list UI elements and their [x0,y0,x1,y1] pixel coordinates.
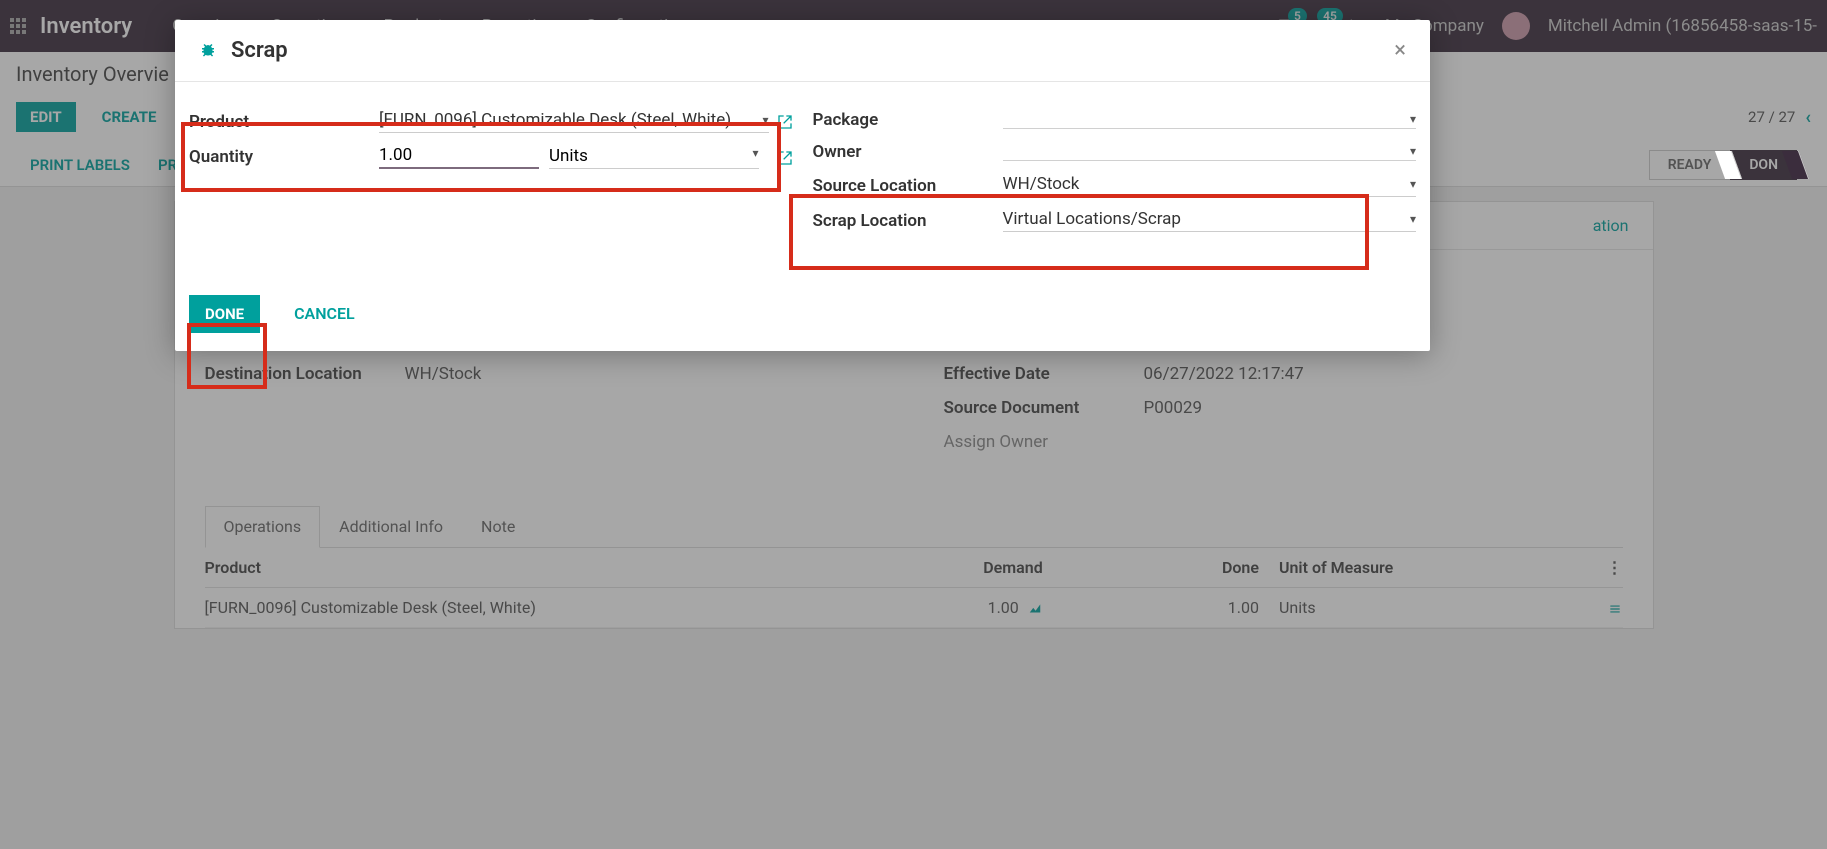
chevron-down-icon[interactable]: ▾ [1410,177,1416,191]
product-field[interactable]: [FURN_0096] Customizable Desk (Steel, Wh… [379,110,769,133]
scrap-location-label: Scrap Location [813,211,1003,231]
product-label: Product [189,112,379,132]
chevron-down-icon[interactable]: ▾ [1410,112,1416,126]
package-field[interactable]: ▾ [1003,112,1417,129]
package-label: Package [813,110,1003,130]
quantity-input[interactable]: 1.00 [379,145,539,169]
bug-icon[interactable] [199,40,217,61]
owner-label: Owner [813,142,1003,162]
cancel-button[interactable]: CANCEL [276,294,373,333]
chevron-down-icon[interactable]: ▾ [752,146,758,166]
external-link-icon[interactable] [777,112,793,132]
quantity-label: Quantity [189,147,379,167]
product-value: [FURN_0096] Customizable Desk (Steel, Wh… [379,110,731,130]
source-location-value: WH/Stock [1003,174,1080,194]
scrap-location-value: Virtual Locations/Scrap [1003,209,1181,229]
source-location-label: Source Location [813,176,1003,196]
unit-value: Units [549,146,588,166]
owner-field[interactable]: ▾ [1003,144,1417,161]
done-button[interactable]: DONE [189,295,260,333]
close-icon[interactable]: × [1394,38,1406,63]
source-location-field[interactable]: WH/Stock ▾ [1003,174,1417,197]
chevron-down-icon[interactable]: ▾ [1410,144,1416,158]
modal-title: Scrap [231,38,288,63]
scrap-modal: Scrap × Product [FURN_0096] Customizable… [175,20,1430,351]
chevron-down-icon[interactable]: ▾ [762,113,768,127]
scrap-location-field[interactable]: Virtual Locations/Scrap ▾ [1003,209,1417,232]
unit-field[interactable]: Units ▾ [549,146,759,169]
external-link-icon[interactable] [777,147,793,167]
chevron-down-icon[interactable]: ▾ [1410,212,1416,226]
